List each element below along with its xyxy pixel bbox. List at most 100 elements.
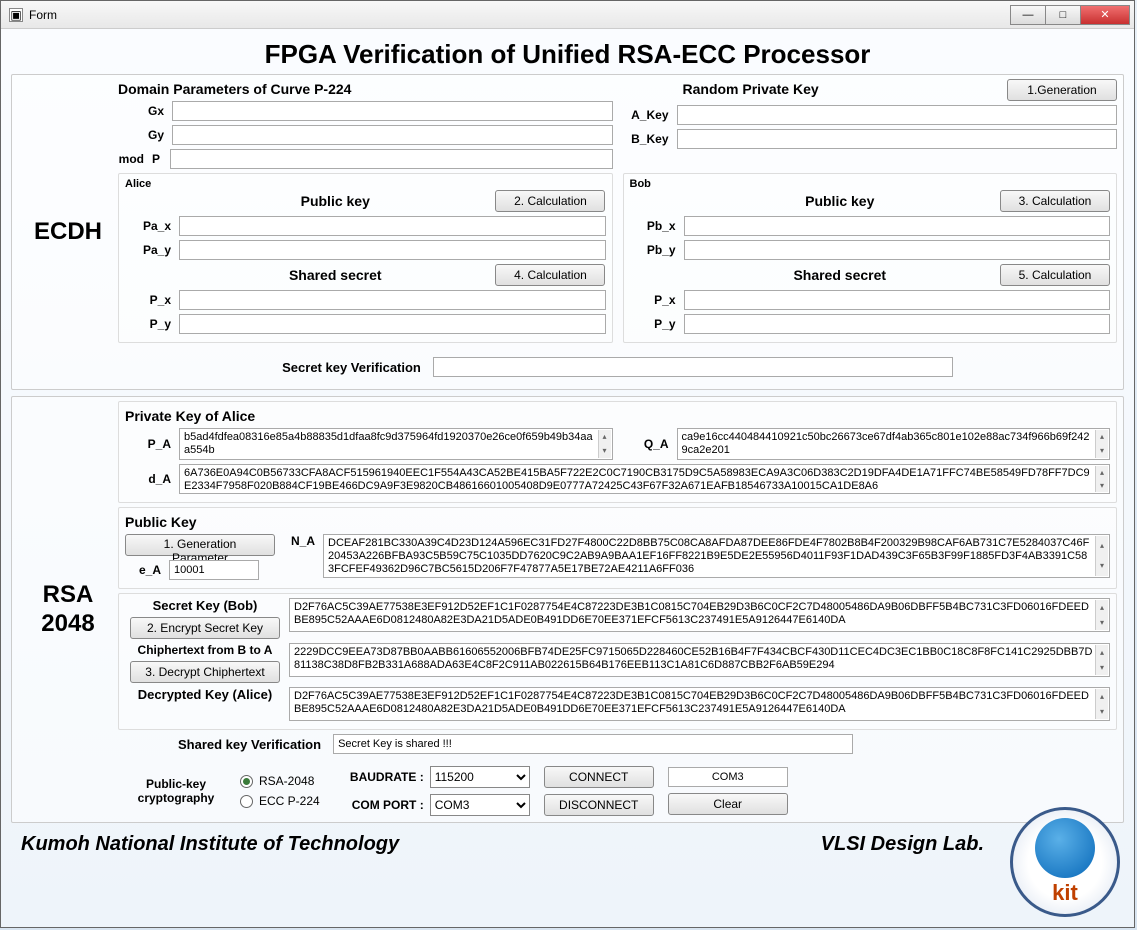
py1-input[interactable] [179,314,606,334]
gx-label: Gx [118,104,168,118]
spin-arrows-icon[interactable]: ▴▾ [1095,645,1108,675]
alice-label: Alice [125,178,606,190]
spin-arrows-icon[interactable]: ▴▾ [1095,466,1108,492]
footer: Kumoh National Institute of Technology V… [11,829,1124,858]
rsa-label-2: 2048 [41,610,94,639]
app-icon: ▣ [9,8,23,22]
pbx-input[interactable] [684,216,1111,236]
sv-label: Shared key Verification [178,737,321,752]
py2-label: P_y [630,317,680,331]
clear-button[interactable]: Clear [668,793,788,815]
rsa-side-label: RSA 2048 [18,401,118,818]
pax-input[interactable] [179,216,606,236]
pby-label: Pb_y [630,243,680,257]
px2-label: P_x [630,293,680,307]
cipher-textarea[interactable]: 2229DCC9EEA73D87BB0AABB61606552006BFB74D… [289,643,1110,677]
mod-input[interactable] [170,149,613,169]
baud-label: BAUDRATE : [334,770,424,784]
skv-input[interactable] [433,357,953,377]
com-display[interactable] [668,767,788,787]
calc5-button[interactable]: 5. Calculation [1000,264,1110,286]
disconnect-button[interactable]: DISCONNECT [544,794,654,816]
ea-input[interactable] [169,560,259,580]
skb-label: Secret Key (Bob) [153,598,258,613]
spin-arrows-icon[interactable]: ▴▾ [1095,536,1108,576]
radio-icon [240,795,253,808]
px1-label: P_x [125,293,175,307]
qa-textarea[interactable]: ca9e16cc440484410921c50bc26673ce67df4ab3… [677,428,1111,460]
comport-label: COM PORT : [334,798,424,812]
spin-arrows-icon[interactable]: ▴▾ [1095,430,1108,458]
window-title: Form [29,8,57,22]
radio-ecc[interactable]: ECC P-224 [240,794,320,808]
qa-value: ca9e16cc440484410921c50bc26673ce67df4ab3… [682,431,1090,456]
rsa-label-1: RSA [43,581,94,610]
calc4-button[interactable]: 4. Calculation [495,264,605,286]
connect-button[interactable]: CONNECT [544,766,654,788]
gy-input[interactable] [172,125,613,145]
akey-label: A_Key [623,108,673,122]
rsa-panel: RSA 2048 Private Key of Alice P_A b5ad4f… [11,396,1124,823]
decrypted-textarea[interactable]: D2F76AC5C39AE77538E3EF912D52EF1C1F028775… [289,687,1110,721]
ecdh-label: ECDH [18,79,118,385]
decrypt-button[interactable]: 3. Decrypt Chiphertext [130,661,280,683]
pby-input[interactable] [684,240,1111,260]
bob-pubkey-label: Public key [805,193,874,209]
encrypt-button[interactable]: 2. Encrypt Secret Key [130,617,280,639]
app-window: ▣ Form — □ ✕ FPGA Verification of Unifie… [0,0,1135,928]
close-button[interactable]: ✕ [1080,5,1130,25]
kit-logo: kit [1010,807,1120,917]
cipher-value: 2229DCC9EEA73D87BB0AABB61606552006BFB74D… [294,646,1092,671]
px2-input[interactable] [684,290,1111,310]
calc3-button[interactable]: 3. Calculation [1000,190,1110,212]
spin-arrows-icon[interactable]: ▴▾ [598,430,611,458]
da-label: d_A [125,472,175,486]
pay-input[interactable] [179,240,606,260]
comport-select[interactable]: COM3 [430,794,530,816]
py2-input[interactable] [684,314,1111,334]
pbx-label: Pb_x [630,219,680,233]
qa-label: Q_A [623,437,673,451]
na-value: DCEAF281BC330A39C4D23D124A596EC31FD27F48… [328,537,1089,575]
gy-label: Gy [118,128,168,142]
bob-label: Bob [630,178,1111,190]
skb-textarea[interactable]: D2F76AC5C39AE77538E3EF912D52EF1C1F028775… [289,598,1110,632]
maximize-button[interactable]: □ [1045,5,1081,25]
pa-textarea[interactable]: b5ad4fdfea08316e85a4b88835d1dfaa8fc9d375… [179,428,613,460]
baudrate-select[interactable]: 115200 [430,766,530,788]
bob-shared-label: Shared secret [793,267,886,283]
bkey-input[interactable] [677,129,1118,149]
logo-drop-icon [1035,818,1095,878]
footer-left: Kumoh National Institute of Technology [21,833,399,856]
rpk-head: Random Private Key [683,81,819,97]
minimize-button[interactable]: — [1010,5,1046,25]
py1-label: P_y [125,317,175,331]
spin-arrows-icon[interactable]: ▴▾ [1095,600,1108,630]
radio-icon [240,775,253,788]
akey-input[interactable] [677,105,1118,125]
calc2-button[interactable]: 2. Calculation [495,190,605,212]
alice-pubkey-label: Public key [301,193,370,209]
ea-label: e_A [125,563,165,577]
gen-param-button[interactable]: 1. Generation Parameter [125,534,275,556]
bottom-controls: Public-key cryptography RSA-2048 ECC P-2… [118,758,1117,818]
pk-crypto-label: Public-key cryptography [126,777,226,805]
gx-input[interactable] [172,101,613,121]
pa-value: b5ad4fdfea08316e85a4b88835d1dfaa8fc9d375… [184,431,593,456]
generation-button[interactable]: 1.Generation [1007,79,1117,101]
bkey-label: B_Key [623,132,673,146]
logo-text: kit [1052,880,1078,906]
ecdh-panel: ECDH Domain Parameters of Curve P-224 Gx… [11,74,1124,390]
skb-value: D2F76AC5C39AE77538E3EF912D52EF1C1F028775… [294,601,1089,626]
domain-params-head: Domain Parameters of Curve P-224 [118,81,613,97]
page-title: FPGA Verification of Unified RSA-ECC Pro… [11,33,1124,74]
spin-arrows-icon[interactable]: ▴▾ [1095,689,1108,719]
sv-input[interactable] [333,734,853,754]
cipher-label: Chiphertext from B to A [138,643,273,657]
alice-shared-label: Shared secret [289,267,382,283]
radio-rsa[interactable]: RSA-2048 [240,774,320,788]
px1-input[interactable] [179,290,606,310]
da-textarea[interactable]: 6A736E0A94C0B56733CFA8ACF515961940EEC1F5… [179,464,1110,494]
radio-ecc-label: ECC P-224 [259,794,320,808]
na-textarea[interactable]: DCEAF281BC330A39C4D23D124A596EC31FD27F48… [323,534,1110,578]
